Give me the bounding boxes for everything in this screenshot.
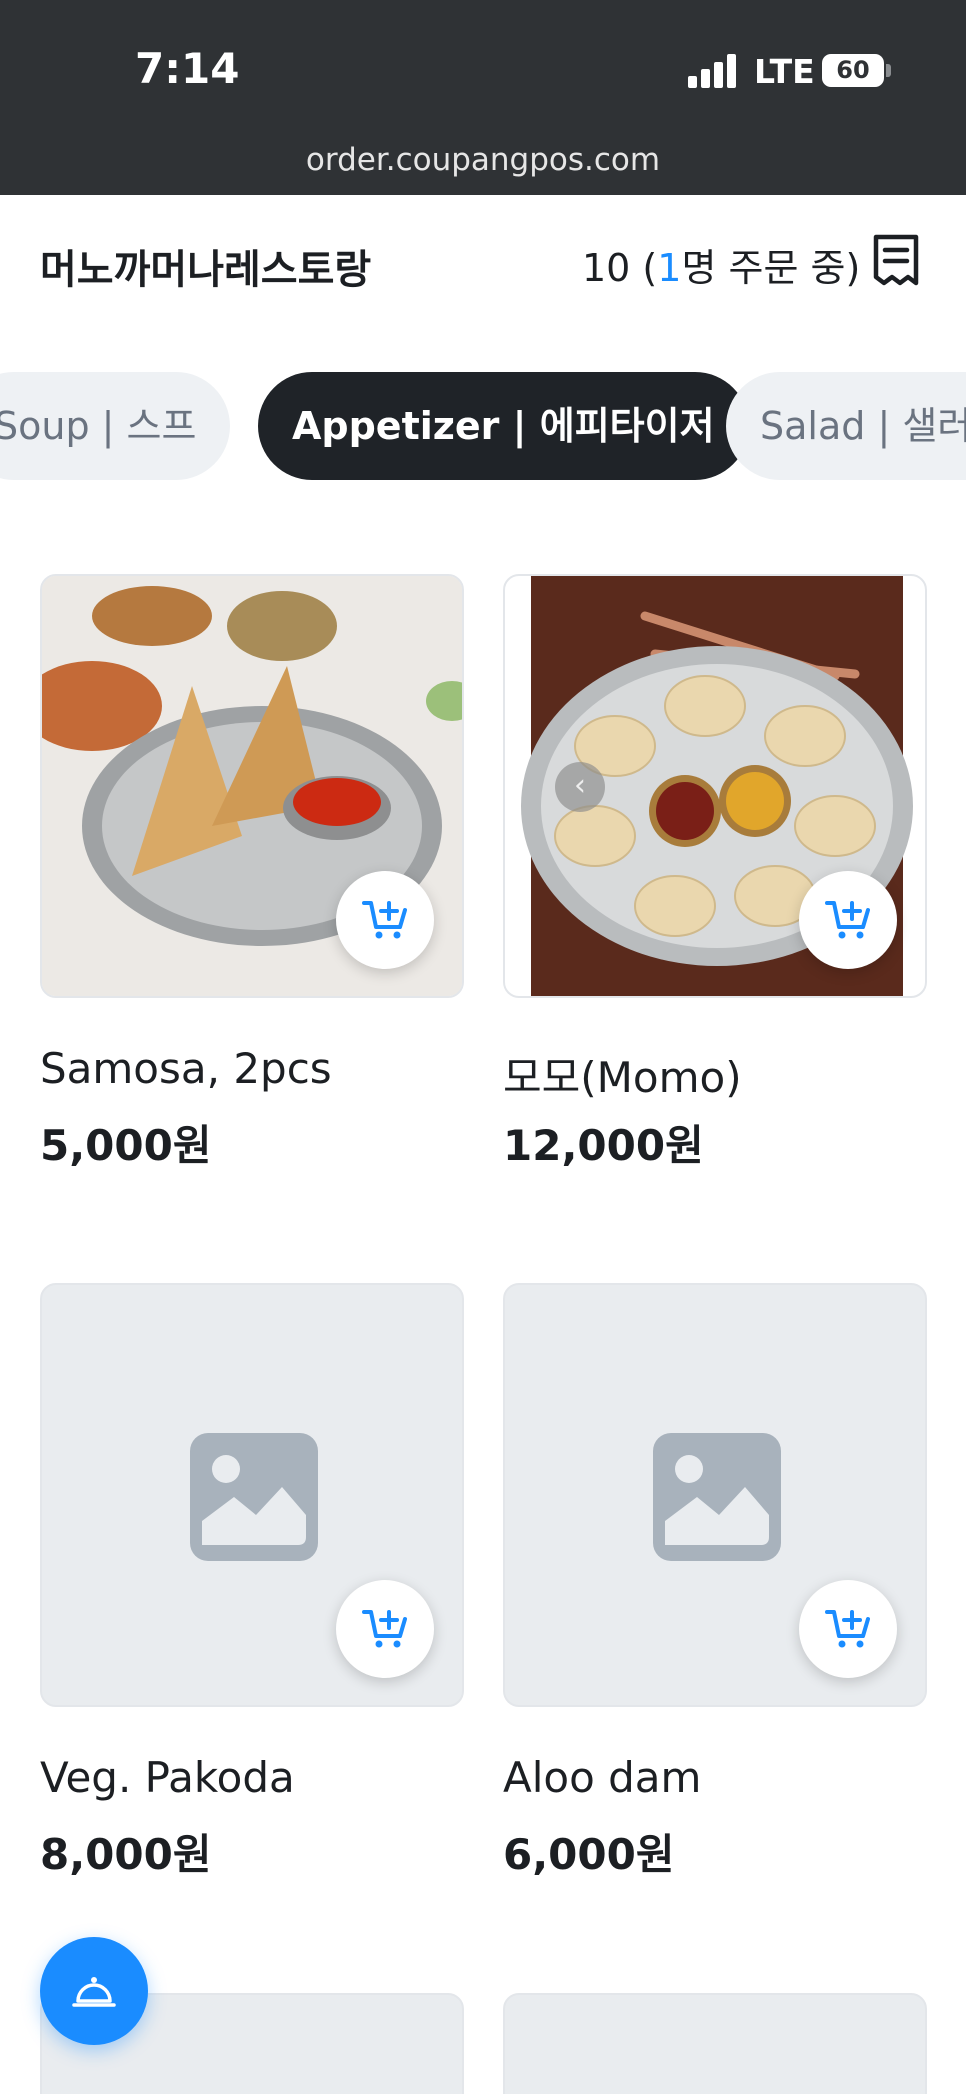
menu-item-image[interactable] <box>503 1283 927 1707</box>
add-to-cart-button[interactable] <box>799 1580 897 1678</box>
menu-item-image[interactable] <box>40 1283 464 1707</box>
battery-level: 60 <box>836 56 870 84</box>
samosa-photo[interactable] <box>40 574 464 998</box>
placeholder-image-icon <box>653 1433 781 1561</box>
menu-item-price: 12,000원 <box>503 1121 704 1170</box>
browser-url[interactable]: order.coupangpos.com <box>0 142 966 178</box>
menu-item-price: 8,000원 <box>40 1830 212 1879</box>
table-prefix: 10 ( <box>582 246 658 290</box>
add-to-cart-icon <box>825 1610 870 1648</box>
add-to-cart-icon <box>362 901 407 939</box>
menu-item-price: 5,000원 <box>40 1121 212 1170</box>
network-label: LTE <box>754 52 815 91</box>
service-bell-icon <box>72 1977 116 2007</box>
status-bar: 7:14 LTE 60 order.coupangpos.com <box>0 0 966 195</box>
momo-photo[interactable]: ‹ <box>503 574 927 998</box>
menu-item-name: Veg. Pakoda <box>40 1753 295 1802</box>
call-staff-button[interactable] <box>40 1937 148 2045</box>
add-to-cart-button[interactable] <box>799 871 897 969</box>
store-header: 머노까머나레스토랑 10 (1명 주문 중) <box>0 195 966 325</box>
menu-item-price: 6,000원 <box>503 1830 675 1879</box>
receipt-icon[interactable] <box>870 233 922 289</box>
battery-tip <box>886 64 891 77</box>
placeholder-image-icon <box>190 1433 318 1561</box>
status-time: 7:14 <box>135 44 240 93</box>
previous-image-button[interactable]: ‹ <box>555 762 605 812</box>
store-name: 머노까머나레스토랑 <box>40 247 372 293</box>
menu-item-image[interactable] <box>503 1993 927 2094</box>
tab-appetizer[interactable]: Appetizer | 에피타이저 <box>258 372 749 480</box>
table-status: 10 (1명 주문 중) <box>582 237 860 292</box>
add-to-cart-icon <box>362 1610 407 1648</box>
battery-icon: 60 <box>822 54 884 87</box>
ordering-count: 1 <box>657 246 682 290</box>
add-to-cart-button[interactable] <box>336 1580 434 1678</box>
add-to-cart-button[interactable] <box>336 871 434 969</box>
category-tabs: Soup | 스프 Appetizer | 에피타이저 Salad | 샐러드 <box>0 372 966 482</box>
tab-salad[interactable]: Salad | 샐러드 <box>726 372 966 480</box>
menu-item-name: Samosa, 2pcs <box>40 1044 332 1093</box>
tab-soup[interactable]: Soup | 스프 <box>0 372 231 480</box>
signal-icon <box>688 54 736 88</box>
add-to-cart-icon <box>825 901 870 939</box>
table-suffix: 명 주문 중) <box>681 246 861 290</box>
menu-item-name: 모모(Momo) <box>503 1053 742 1102</box>
menu-item-name: Aloo dam <box>503 1753 702 1802</box>
